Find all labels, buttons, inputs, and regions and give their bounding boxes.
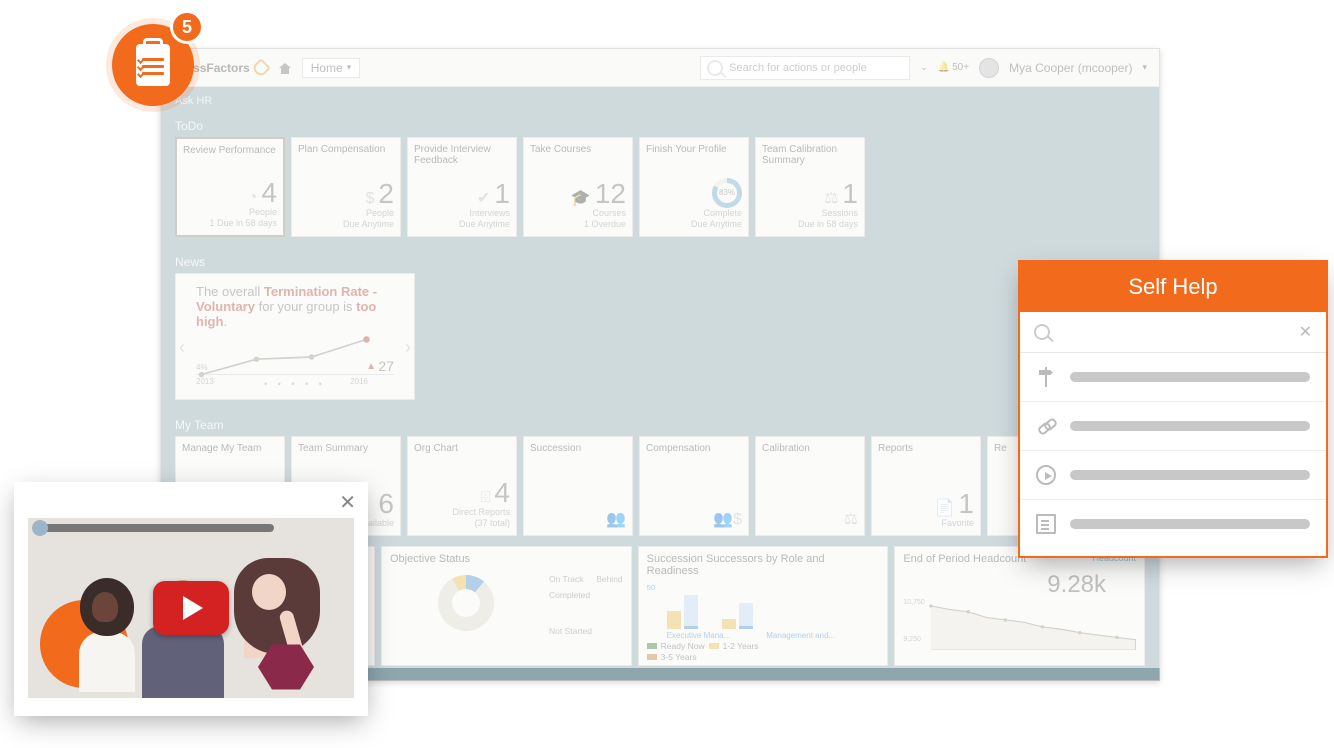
chevron-down-icon: ▾ — [347, 62, 352, 73]
tile-reports[interactable]: Reports 📄1 Favorite — [871, 436, 981, 536]
home-icon[interactable] — [278, 61, 292, 75]
myteam-header: My Team — [161, 410, 1159, 436]
news-text: The overall Termination Rate - Voluntary… — [196, 284, 377, 329]
badge-count: 5 — [170, 10, 204, 44]
people-icon: 👥 — [606, 509, 626, 529]
user-name[interactable]: Mya Cooper (mcooper) — [1009, 61, 1132, 75]
placeholder-text — [1070, 421, 1310, 431]
tile-interview-feedback[interactable]: Provide Interview Feedback ✔1 Interviews… — [407, 137, 517, 237]
scales-icon: ⚖ — [844, 509, 858, 529]
tile-compensation[interactable]: Compensation 👥$ — [639, 436, 749, 536]
self-help-search[interactable]: ✕ — [1020, 312, 1326, 353]
tile-num: 4 — [261, 179, 277, 207]
news-x1: 2016 — [350, 377, 368, 386]
tasks-badge[interactable]: 5 — [108, 10, 204, 106]
notifications[interactable]: 🔔 50+ — [938, 62, 969, 73]
notif-count: 50+ — [952, 62, 969, 73]
news-prev-icon[interactable]: ‹ — [179, 337, 185, 358]
user-chevron-icon[interactable]: ▾ — [1142, 62, 1147, 73]
search-icon — [707, 60, 723, 76]
news-x0: 2013 — [196, 377, 214, 386]
scales-icon: ⚖ — [824, 188, 838, 208]
headcount-value: 9.28k — [903, 571, 1106, 599]
gauge-icon: ◔ — [248, 189, 258, 207]
org-icon: ⌹ — [481, 489, 491, 507]
close-icon[interactable]: ✕ — [339, 490, 356, 515]
self-help-item-link[interactable] — [1020, 402, 1326, 451]
tile-title: Provide Interview Feedback — [414, 144, 510, 166]
tile-review-performance[interactable]: Review Performance ◔4 People 1 Due in 58… — [175, 137, 285, 237]
placeholder-text — [1070, 372, 1310, 382]
tile-calibration[interactable]: Calibration ⚖ — [755, 436, 865, 536]
widget-objective-status[interactable]: Objective Status On Track Behind Complet… — [381, 546, 632, 666]
tile-title: Review Performance — [183, 145, 277, 156]
search-expand-icon[interactable]: ⌄ — [920, 62, 928, 73]
money-icon: $ — [366, 190, 375, 208]
video-progress-bar — [34, 524, 274, 532]
home-label: Home — [311, 61, 343, 75]
news-chart: 4% 2013 2016 ▲ 27 — [196, 335, 394, 375]
news-value: 27 — [378, 358, 394, 374]
tile-plan-compensation[interactable]: Plan Compensation $2 People Due Anytime — [291, 137, 401, 237]
tile-title: Finish Your Profile — [646, 144, 742, 155]
video-thumbnail[interactable] — [28, 518, 354, 698]
placeholder-text — [1070, 470, 1310, 480]
tile-sub: People — [183, 207, 277, 218]
widget-succession[interactable]: Succession Successors by Role and Readin… — [638, 546, 889, 666]
clear-search-icon[interactable]: ✕ — [1299, 322, 1312, 342]
widget-headcount[interactable]: End of Period Headcount Headcount 9.28k … — [894, 546, 1145, 666]
self-help-item-video[interactable] — [1020, 451, 1326, 500]
self-help-panel: Self Help ✕ — [1018, 260, 1328, 558]
news-card[interactable]: ‹ › The overall Termination Rate - Volun… — [175, 273, 415, 400]
askhr-link[interactable]: Ask HR — [161, 87, 1159, 111]
self-help-item-guide[interactable] — [1020, 353, 1326, 402]
brand-heart-icon — [251, 58, 271, 78]
person-check-icon: ✔ — [477, 188, 490, 208]
search-input[interactable]: Search for actions or people — [700, 56, 910, 80]
home-dropdown[interactable]: Home ▾ — [302, 58, 361, 78]
money-people-icon: 👥$ — [713, 509, 742, 529]
todo-row: Review Performance ◔4 People 1 Due in 58… — [161, 137, 1159, 247]
self-help-item-doc[interactable] — [1020, 500, 1326, 556]
donut-chart — [438, 575, 494, 631]
tile-org-chart[interactable]: Org Chart ⌹4 Direct Reports (37 total) — [407, 436, 517, 536]
document-icon — [1036, 514, 1056, 534]
tile-take-courses[interactable]: Take Courses 🎓12 Courses 1 Overdue — [523, 137, 633, 237]
tile-title: Take Courses — [530, 144, 626, 155]
tile-title: Plan Compensation — [298, 144, 394, 155]
play-button[interactable] — [153, 581, 229, 635]
link-icon — [1036, 416, 1056, 436]
tile-title: Team Calibration Summary — [762, 144, 858, 166]
news-next-icon[interactable]: › — [405, 337, 411, 358]
tile-team-calibration[interactable]: Team Calibration Summary ⚖1 Sessions Due… — [755, 137, 865, 237]
report-icon: 📄 — [935, 498, 955, 518]
placeholder-text — [1070, 519, 1310, 529]
self-help-title: Self Help — [1020, 262, 1326, 312]
tile-sub2: 1 Due in 58 days — [183, 218, 277, 229]
news-y0: 4% — [196, 363, 208, 372]
illustration-person-1 — [68, 578, 146, 698]
search-placeholder: Search for actions or people — [729, 62, 867, 74]
bar-chart — [667, 587, 753, 629]
area-chart: 10,750 9,250 — [903, 599, 1136, 643]
topbar: ccessFactors Home ▾ Search for actions o… — [161, 49, 1159, 87]
tile-finish-profile[interactable]: Finish Your Profile 83% Complete Due Any… — [639, 137, 749, 237]
search-icon — [1034, 324, 1050, 340]
video-modal: ✕ — [14, 482, 368, 716]
todo-header: ToDo — [161, 111, 1159, 137]
bell-icon: 🔔 — [938, 62, 950, 73]
news-header: News — [161, 247, 1159, 273]
graduation-icon: 🎓 — [571, 188, 591, 208]
signpost-icon — [1036, 367, 1056, 387]
up-triangle-icon: ▲ — [366, 361, 376, 372]
avatar[interactable] — [979, 58, 999, 78]
progress-ring-icon: 83% — [712, 178, 742, 208]
tile-succession[interactable]: Succession 👥 — [523, 436, 633, 536]
play-circle-icon — [1036, 465, 1056, 485]
